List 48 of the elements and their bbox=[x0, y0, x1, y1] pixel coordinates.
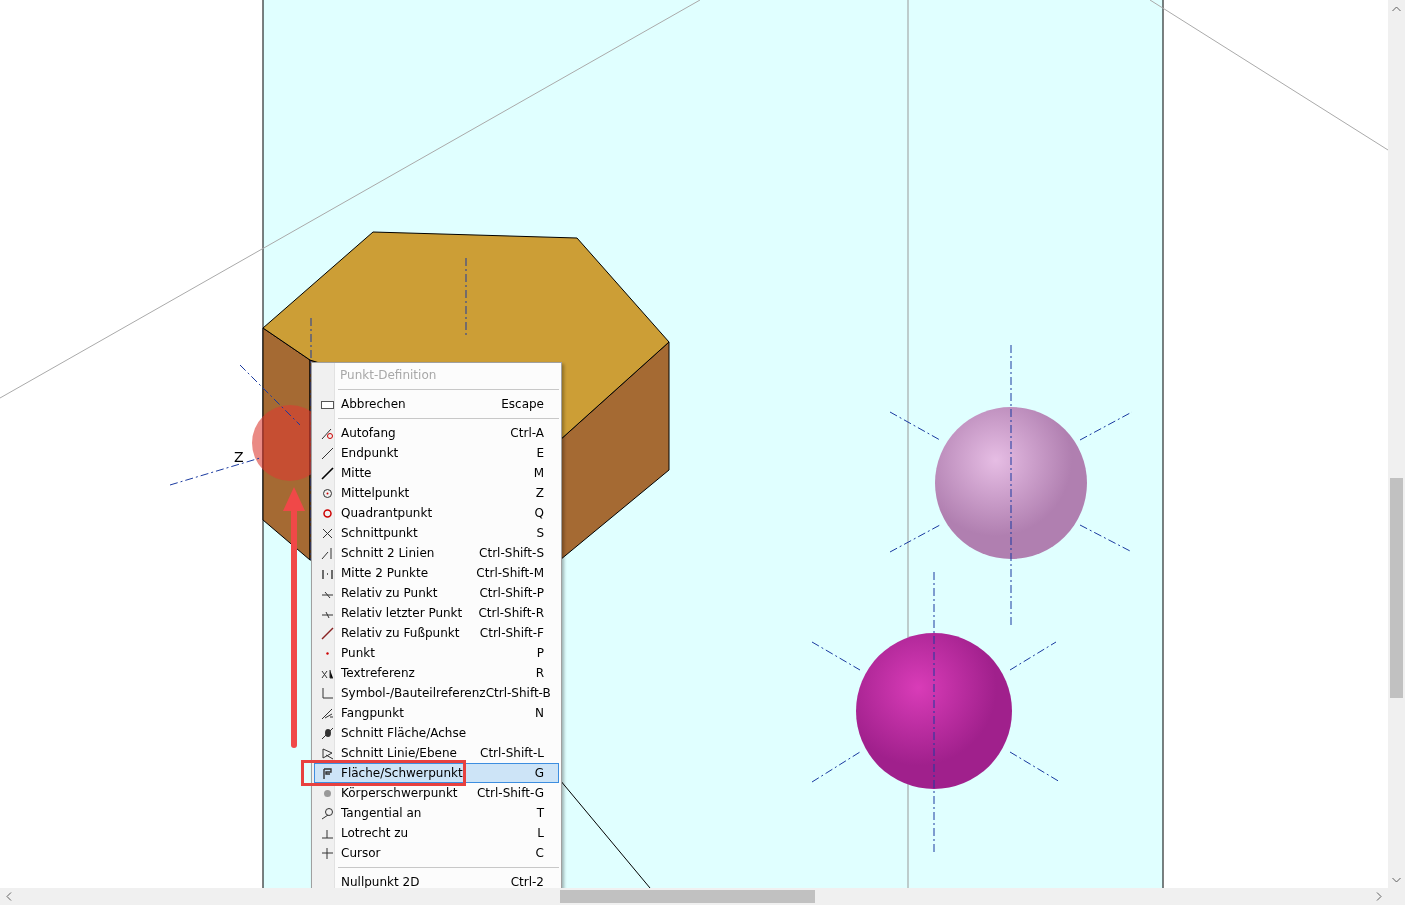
line-icon bbox=[320, 446, 334, 460]
menu-item[interactable]: Lotrecht zu L bbox=[314, 823, 559, 843]
snap-icon bbox=[320, 426, 334, 440]
menu-item[interactable]: Nullpunkt 2D Ctrl-2 bbox=[314, 872, 559, 888]
menu-item[interactable]: Abbrechen Escape bbox=[314, 394, 559, 414]
crosshair-icon bbox=[320, 846, 334, 860]
pin-icon bbox=[320, 726, 334, 740]
scroll-up-icon[interactable] bbox=[1392, 6, 1401, 12]
menu-item[interactable]: Mittelpunkt Z bbox=[314, 483, 559, 503]
menu-item[interactable]: Mitte M bbox=[314, 463, 559, 483]
scroll-down-icon[interactable] bbox=[1392, 877, 1401, 883]
scroll-left-icon[interactable] bbox=[6, 892, 12, 901]
plane-icon bbox=[320, 746, 334, 760]
menu-item[interactable]: Mitte 2 Punkte Ctrl-Shift-M bbox=[314, 563, 559, 583]
menu-item[interactable]: Cursor C bbox=[314, 843, 559, 863]
menu-item[interactable]: Endpunkt E bbox=[314, 443, 559, 463]
vertical-scrollbar[interactable] bbox=[1388, 0, 1405, 888]
scroll-thumb[interactable] bbox=[560, 890, 815, 903]
menu-item[interactable]: Fläche/Schwerpunkt G bbox=[314, 763, 559, 783]
horizontal-scrollbar[interactable] bbox=[0, 888, 1388, 905]
line-icon bbox=[320, 466, 334, 480]
circle-icon bbox=[320, 506, 334, 520]
menu-item[interactable]: Fangpunkt N bbox=[314, 703, 559, 723]
tangent-icon bbox=[320, 806, 334, 820]
menu-item[interactable]: Schnittpunkt S bbox=[314, 523, 559, 543]
menu-item[interactable]: Relativ zu Punkt Ctrl-Shift-P bbox=[314, 583, 559, 603]
flag-icon bbox=[320, 766, 334, 780]
snap-icon bbox=[320, 706, 334, 720]
cross-icon bbox=[320, 526, 334, 540]
axis-label: Z bbox=[234, 449, 244, 465]
scroll-right-icon[interactable] bbox=[1376, 892, 1382, 901]
menu-item[interactable]: Relativ zu Fußpunkt Ctrl-Shift-F bbox=[314, 623, 559, 643]
menu-item[interactable]: Autofang Ctrl-A bbox=[314, 423, 559, 443]
menu-item[interactable]: Relativ letzter Punkt Ctrl-Shift-R bbox=[314, 603, 559, 623]
menu-item[interactable]: Punkt P bbox=[314, 643, 559, 663]
circle-dot-icon bbox=[320, 486, 334, 500]
intersect-icon bbox=[320, 546, 334, 560]
menu-title: Punkt-Definition bbox=[340, 368, 437, 382]
scroll-thumb[interactable] bbox=[1390, 478, 1403, 698]
menu-item[interactable]: Schnitt Linie/Ebene Ctrl-Shift-L bbox=[314, 743, 559, 763]
menu-item[interactable]: Schnitt 2 Linien Ctrl-Shift-S bbox=[314, 543, 559, 563]
menu-item[interactable]: Körperschwerpunkt Ctrl-Shift-G bbox=[314, 783, 559, 803]
menu-item[interactable]: Quadrantpunkt Q bbox=[314, 503, 559, 523]
line-icon bbox=[320, 626, 334, 640]
menu-item[interactable]: Textreferenz R bbox=[314, 663, 559, 683]
menu-item[interactable]: Tangential an T bbox=[314, 803, 559, 823]
menu-item[interactable]: Symbol-/BauteilreferenzCtrl-Shift-B bbox=[314, 683, 559, 703]
menu-item[interactable]: Schnitt Fläche/Achse bbox=[314, 723, 559, 743]
